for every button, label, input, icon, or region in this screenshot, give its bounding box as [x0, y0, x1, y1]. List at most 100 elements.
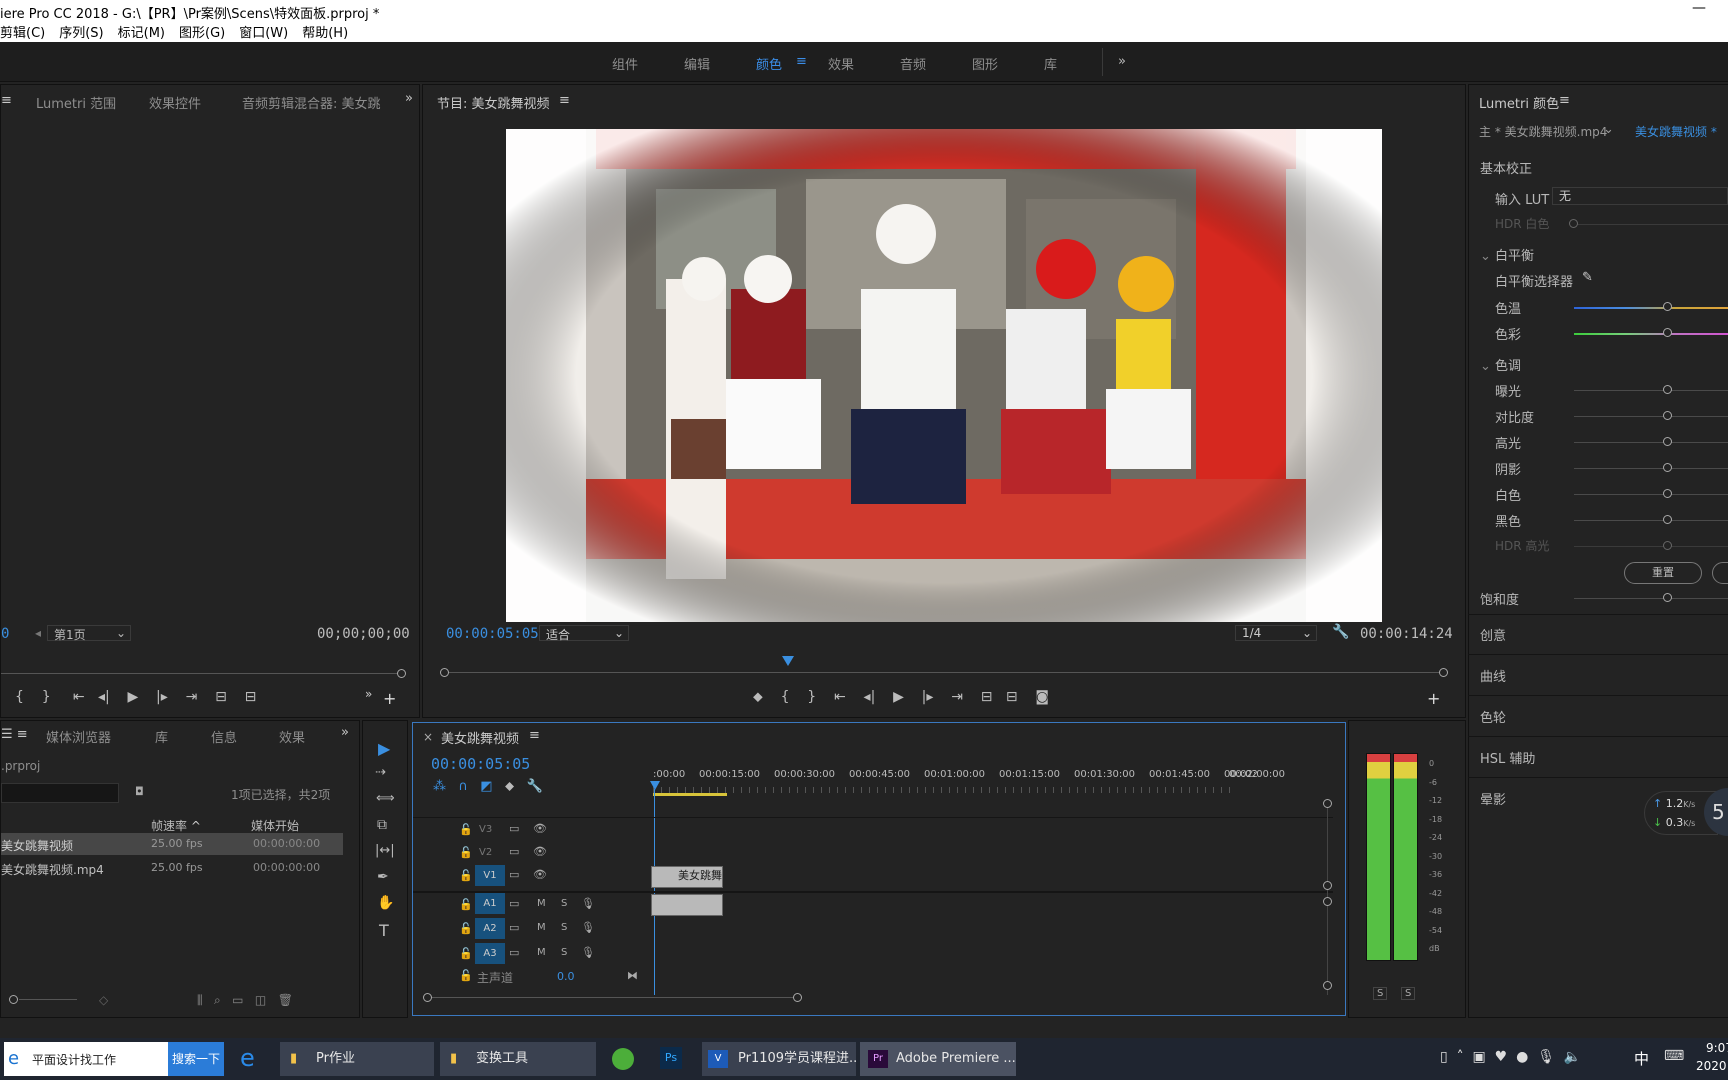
- scroll-handle[interactable]: [1323, 881, 1332, 890]
- workspace-overflow-icon[interactable]: »: [1118, 54, 1126, 69]
- close-icon[interactable]: ×: [423, 730, 433, 744]
- tab-audio-clip-mixer[interactable]: 音频剪辑混合器: 美女跳: [242, 93, 381, 112]
- add-button-icon[interactable]: +: [1427, 689, 1440, 708]
- hdr-white-slider[interactable]: [1574, 224, 1728, 225]
- lock-icon[interactable]: 🔓: [459, 922, 473, 935]
- mute-button[interactable]: M: [537, 922, 546, 933]
- hand-tool-icon[interactable]: ✋: [377, 895, 394, 911]
- overflow-icon[interactable]: »: [405, 91, 413, 106]
- lock-icon[interactable]: 🔓: [459, 846, 473, 859]
- photoshop-icon[interactable]: Ps: [660, 1047, 682, 1069]
- program-scrubber[interactable]: [443, 672, 1443, 673]
- exposure-slider[interactable]: [1574, 390, 1728, 391]
- overflow-icon[interactable]: »: [365, 687, 372, 701]
- input-lut-select[interactable]: 无: [1552, 187, 1728, 205]
- whites-slider[interactable]: [1574, 494, 1728, 495]
- mute-button[interactable]: M: [537, 947, 546, 958]
- sync-lock-icon[interactable]: ▭: [509, 822, 519, 835]
- highlights-slider[interactable]: [1574, 442, 1728, 443]
- workspace-libraries[interactable]: 库: [1044, 54, 1057, 73]
- list-item[interactable]: 美女跳舞视频 25.00 fps 00:00:00:00: [1, 833, 343, 855]
- taskbar-item-pr-homework[interactable]: ▮ Pr作业: [280, 1042, 434, 1076]
- keyboard-icon[interactable]: ⌨: [1664, 1048, 1684, 1064]
- eyedropper-icon[interactable]: ✎: [1582, 270, 1593, 285]
- wrench-icon[interactable]: 🔧: [1332, 624, 1349, 640]
- overflow-icon[interactable]: »: [341, 725, 349, 740]
- scroll-handle[interactable]: [1323, 897, 1332, 906]
- minimize-button[interactable]: —: [1692, 0, 1706, 16]
- panel-menu-icon[interactable]: ≡: [529, 728, 540, 743]
- chevron-down-icon[interactable]: ⌄: [1603, 122, 1614, 137]
- menu-help[interactable]: 帮助(H): [302, 22, 348, 42]
- eye-icon[interactable]: 👁: [533, 845, 547, 858]
- scroll-start-handle[interactable]: [423, 993, 432, 1002]
- microphone-icon[interactable]: 🎙: [581, 897, 595, 910]
- menu-clip[interactable]: 剪辑(C): [0, 22, 45, 42]
- tab-libraries[interactable]: 库: [155, 727, 168, 746]
- contrast-knob[interactable]: [1663, 411, 1672, 420]
- timeline-tool-icons[interactable]: ⁂ ∩ ◩ ⬥ 🔧: [433, 779, 543, 794]
- col-media-start[interactable]: 媒体开始: [251, 817, 299, 834]
- section-hsl-secondary[interactable]: HSL 辅助: [1480, 748, 1535, 767]
- workspace-assembly[interactable]: 组件: [612, 54, 638, 73]
- saturation-slider[interactable]: [1574, 598, 1728, 599]
- auto-button[interactable]: [1712, 562, 1728, 584]
- search-button[interactable]: 搜索一下: [168, 1042, 224, 1076]
- browser-360-icon[interactable]: [612, 1048, 634, 1070]
- program-transport-icons[interactable]: ⬥ { } ⇤ ◂| ▶ |▸ ⇥ ⊟ ⊟ ◙: [753, 689, 1049, 705]
- sort-icon[interactable]: ◇: [99, 993, 108, 1007]
- ripple-edit-tool-icon[interactable]: ⟺: [376, 791, 395, 806]
- panel-menu-icon[interactable]: ≡: [1559, 93, 1570, 108]
- list-item[interactable]: 美女跳舞视频.mp4 25.00 fps 00:00:00:00: [1, 857, 343, 879]
- time-ruler[interactable]: :00:00 00:00:15:00 00:00:30:00 00:00:45:…: [653, 759, 1285, 799]
- slip-tool-icon[interactable]: |↔|: [375, 843, 395, 858]
- project-bottom-icons[interactable]: ⫼ ⌕ ▭ ◫ 🗑: [197, 993, 293, 1008]
- track-label-a2[interactable]: A2: [475, 918, 505, 939]
- work-area-bar[interactable]: [653, 793, 727, 796]
- track-label-v2[interactable]: V2: [479, 847, 492, 858]
- tab-media-browser[interactable]: 媒体浏览器: [46, 727, 111, 746]
- resolution-select[interactable]: 1/4 ⌄: [1235, 625, 1317, 641]
- contrast-slider[interactable]: [1574, 416, 1728, 417]
- col-frame-rate[interactable]: 帧速率 ^: [151, 817, 201, 834]
- scrubber-end-handle[interactable]: [1439, 668, 1448, 677]
- hdr-specular-knob[interactable]: [1663, 541, 1672, 550]
- eye-icon[interactable]: 👁: [533, 868, 547, 881]
- sync-lock-icon[interactable]: ▭: [509, 921, 519, 934]
- section-curves[interactable]: 曲线: [1480, 666, 1506, 685]
- section-creative[interactable]: 创意: [1480, 625, 1506, 644]
- workspace-effects[interactable]: 效果: [828, 54, 854, 73]
- program-timecode[interactable]: 00:00:05:05: [446, 626, 539, 642]
- blacks-knob[interactable]: [1663, 515, 1672, 524]
- scroll-handle[interactable]: [1323, 981, 1332, 990]
- hdr-specular-slider[interactable]: [1574, 546, 1728, 547]
- sequence-clip-select[interactable]: 美女跳舞视频 *: [1635, 123, 1717, 140]
- track-select-tool-icon[interactable]: ⇢: [375, 765, 386, 780]
- go-to-end-icon[interactable]: ⧓: [627, 969, 638, 982]
- blacks-slider[interactable]: [1574, 520, 1728, 521]
- solo-button[interactable]: S: [561, 922, 567, 933]
- whites-knob[interactable]: [1663, 489, 1672, 498]
- scroll-handle[interactable]: [1323, 799, 1332, 808]
- sync-lock-icon[interactable]: ▭: [509, 897, 519, 910]
- taskbar-item-transform-tools[interactable]: ▮ 变换工具: [440, 1042, 596, 1076]
- workspace-graphics[interactable]: 图形: [972, 54, 998, 73]
- menu-window[interactable]: 窗口(W): [239, 22, 288, 42]
- timeline-title[interactable]: 美女跳舞视频: [441, 728, 519, 747]
- system-tray-icons[interactable]: ▯ ˄ ▣ ♥ ● 🎙 🔈: [1440, 1049, 1581, 1065]
- pen-tool-icon[interactable]: ✒: [377, 869, 389, 885]
- track-label-v3[interactable]: V3: [479, 824, 492, 835]
- sync-lock-icon[interactable]: ▭: [509, 845, 519, 858]
- ime-indicator[interactable]: 中: [1634, 1048, 1649, 1069]
- prev-page-icon[interactable]: ◂: [35, 626, 41, 640]
- zoom-slider[interactable]: [19, 999, 77, 1000]
- scrubber-end-handle[interactable]: [397, 669, 406, 678]
- clock-date[interactable]: 2020: [1696, 1059, 1727, 1073]
- fit-select[interactable]: 适合 ⌄: [539, 625, 629, 642]
- tint-knob[interactable]: [1663, 328, 1672, 337]
- solo-button[interactable]: S: [561, 947, 567, 958]
- workspace-color[interactable]: 颜色: [756, 54, 782, 73]
- reset-button[interactable]: 重置: [1624, 562, 1702, 584]
- timeline-timecode[interactable]: 00:00:05:05: [431, 755, 530, 773]
- track-label-a1[interactable]: A1: [475, 893, 505, 914]
